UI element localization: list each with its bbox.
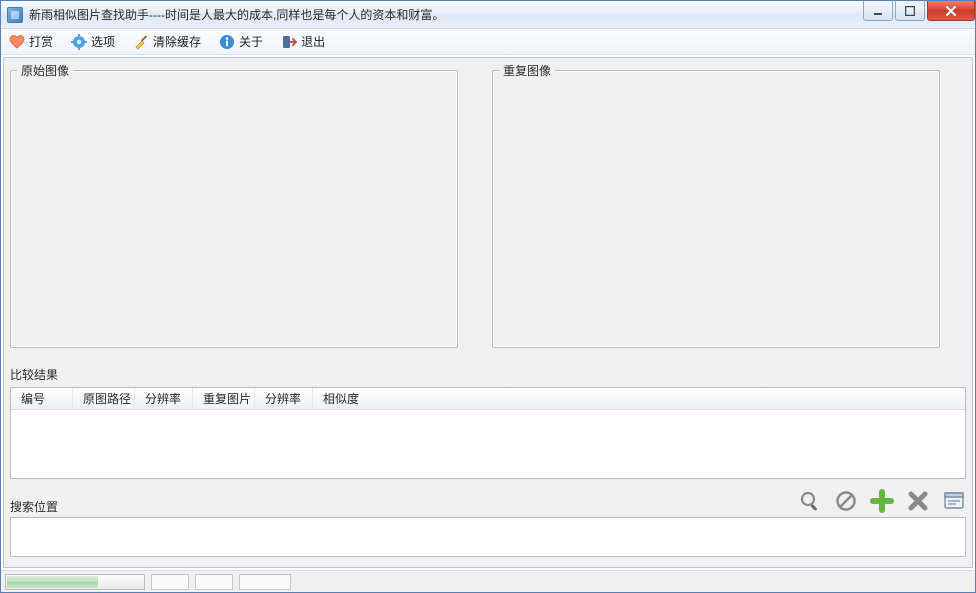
close-icon — [945, 6, 957, 16]
broom-icon — [133, 34, 149, 50]
search-row: 搜索位置 — [10, 489, 966, 515]
browse-button[interactable] — [942, 489, 966, 513]
clear-cache-button[interactable]: 清除缓存 — [131, 31, 203, 52]
add-button[interactable] — [870, 489, 894, 513]
app-window: 新雨相似图片查找助手----时间是人最大的成本,同样也是每个人的资本和财富。 打… — [0, 0, 976, 593]
titlebar: 新雨相似图片查找助手----时间是人最大的成本,同样也是每个人的资本和财富。 — [1, 1, 975, 29]
progress-fill — [7, 576, 98, 588]
remove-button[interactable] — [906, 489, 930, 513]
window-controls — [861, 1, 975, 21]
cross-icon — [907, 490, 929, 512]
search-location-input[interactable] — [10, 517, 966, 557]
statusbar — [1, 570, 975, 592]
minimize-button[interactable] — [863, 1, 893, 21]
duplicate-image-groupbox: 重复图像 — [492, 70, 940, 348]
window-icon — [943, 490, 965, 512]
results-body[interactable] — [11, 410, 965, 478]
options-button[interactable]: 选项 — [69, 31, 117, 52]
exit-label: 退出 — [301, 33, 325, 50]
duplicate-image-legend: 重复图像 — [499, 62, 555, 79]
search-button[interactable] — [798, 489, 822, 513]
no-entry-icon — [835, 490, 857, 512]
image-panes-row: 原始图像 重复图像 — [10, 62, 966, 348]
window-title: 新雨相似图片查找助手----时间是人最大的成本,同样也是每个人的资本和财富。 — [29, 6, 444, 23]
donate-button[interactable]: 打赏 — [7, 31, 55, 52]
results-listview[interactable]: 编号 原图路径 分辨率 重复图片 分辨率 相似度 — [10, 387, 966, 479]
gear-icon — [71, 34, 87, 50]
status-cell-3 — [239, 574, 291, 590]
donate-label: 打赏 — [29, 33, 53, 50]
status-cell-2 — [195, 574, 233, 590]
plus-icon — [870, 489, 894, 513]
app-icon — [7, 7, 23, 23]
results-label: 比较结果 — [10, 366, 966, 383]
exit-button[interactable]: 退出 — [279, 31, 327, 52]
heart-icon — [9, 34, 25, 50]
original-image-legend: 原始图像 — [17, 62, 73, 79]
clear-cache-label: 清除缓存 — [153, 33, 201, 50]
client-area: 原始图像 重复图像 比较结果 编号 原图路径 分辨率 重复图片 分辨率 相似度 … — [3, 57, 973, 568]
search-location-label: 搜索位置 — [10, 498, 58, 515]
col-original-path[interactable]: 原图路径 — [73, 388, 135, 409]
col-resolution-1[interactable]: 分辨率 — [135, 388, 193, 409]
minimize-icon — [873, 6, 883, 16]
col-duplicate[interactable]: 重复图片 — [193, 388, 255, 409]
about-label: 关于 — [239, 33, 263, 50]
maximize-button[interactable] — [895, 1, 925, 21]
options-label: 选项 — [91, 33, 115, 50]
close-button[interactable] — [927, 1, 975, 21]
col-index[interactable]: 编号 — [11, 388, 73, 409]
stop-button[interactable] — [834, 489, 858, 513]
info-icon — [219, 34, 235, 50]
search-action-icons — [798, 489, 966, 515]
original-image-groupbox: 原始图像 — [10, 70, 458, 348]
about-button[interactable]: 关于 — [217, 31, 265, 52]
results-header: 编号 原图路径 分辨率 重复图片 分辨率 相似度 — [11, 388, 965, 410]
toolbar: 打赏 选项 清除缓存 关于 退出 — [1, 29, 975, 55]
col-similarity[interactable]: 相似度 — [313, 388, 965, 409]
maximize-icon — [905, 6, 915, 16]
progress-bar — [5, 574, 145, 590]
magnifier-icon — [799, 490, 821, 512]
exit-icon — [281, 34, 297, 50]
status-cell-1 — [151, 574, 189, 590]
col-resolution-2[interactable]: 分辨率 — [255, 388, 313, 409]
